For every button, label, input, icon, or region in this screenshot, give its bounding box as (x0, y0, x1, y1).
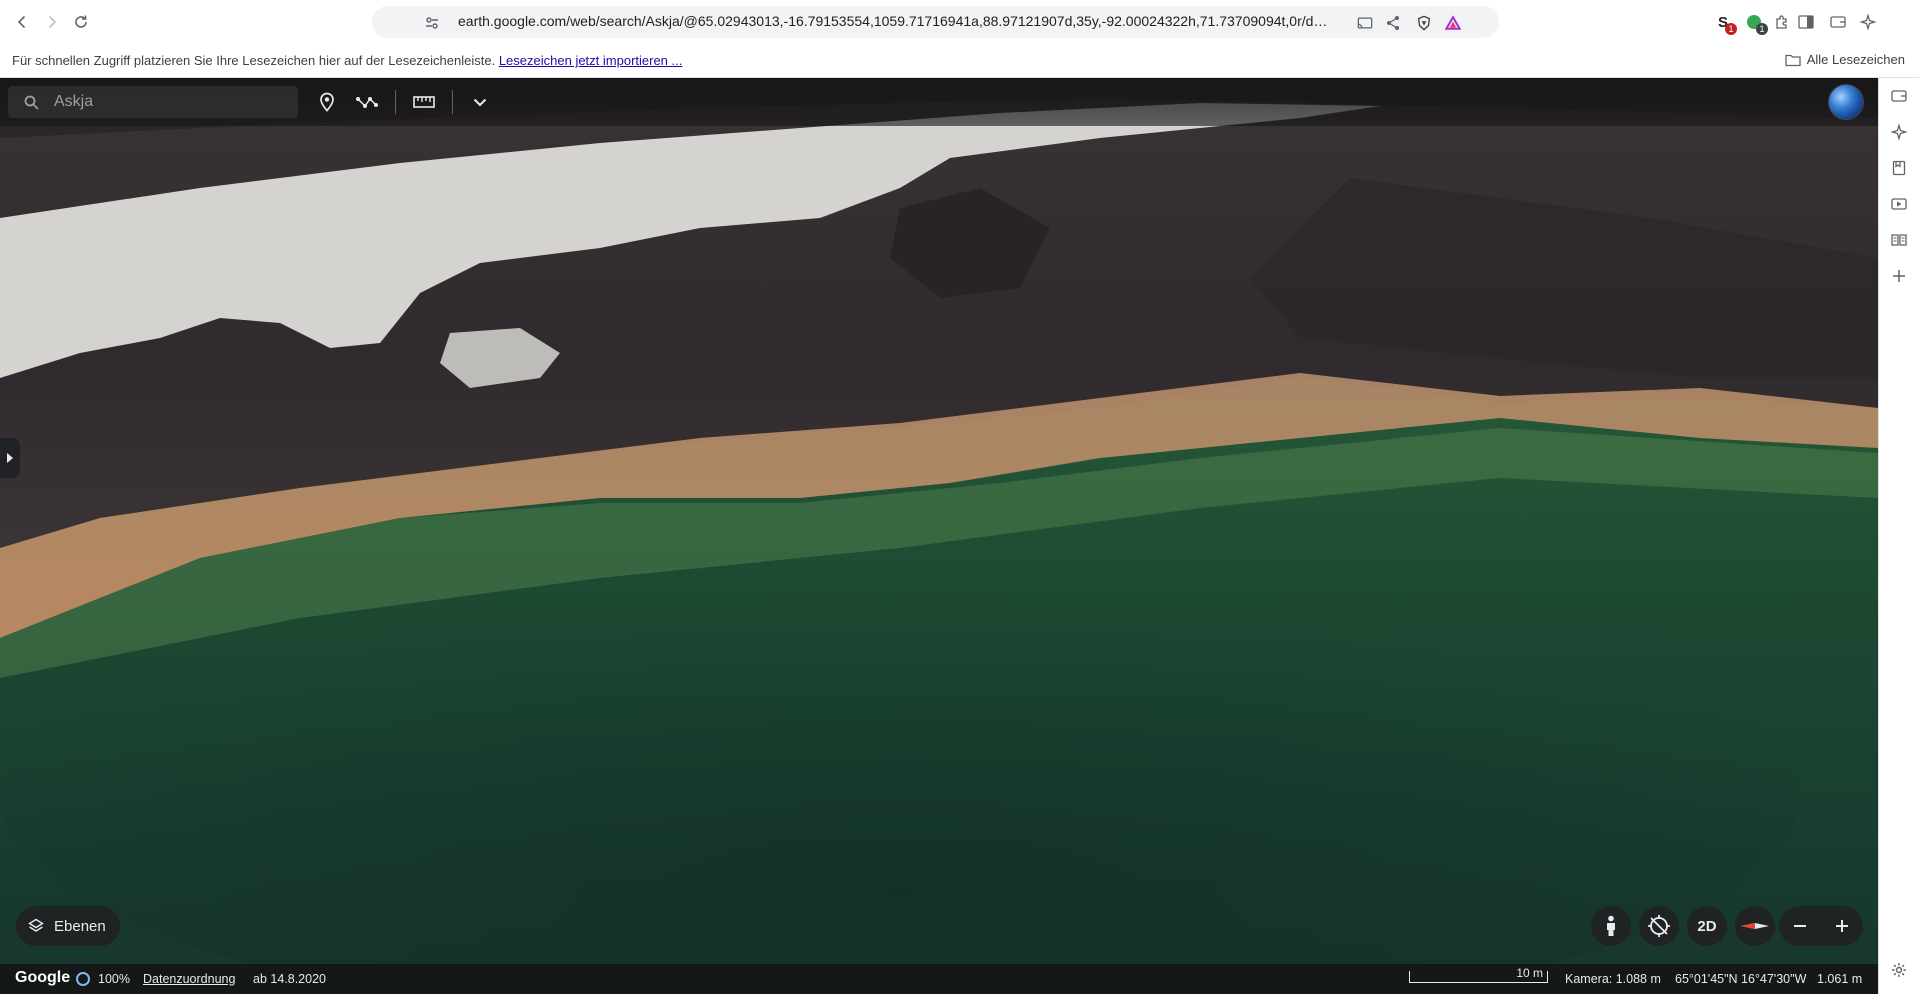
ruler-icon (413, 96, 435, 108)
reload-icon (75, 15, 87, 28)
bookmarks-hint-text: Für schnellen Zugriff platzieren Sie Ihr… (12, 53, 496, 68)
leo-icon (1860, 14, 1876, 30)
add-icon (1893, 270, 1905, 282)
reading-list-icon (1891, 234, 1907, 246)
reload-button[interactable] (70, 11, 92, 33)
search-box[interactable] (8, 86, 298, 118)
more-tools-button[interactable] (468, 90, 492, 114)
loading-indicator-icon (76, 972, 90, 986)
terrain-imagery[interactable] (0, 78, 1878, 994)
side-media-button[interactable] (1889, 194, 1909, 214)
all-bookmarks-label: Alle Lesezeichen (1806, 52, 1905, 67)
ai-sparkle-icon (1891, 124, 1907, 140)
extensions-button[interactable] (1772, 12, 1792, 32)
forward-icon (48, 15, 57, 29)
placemark-icon (320, 92, 334, 112)
sidebar-icon (1798, 15, 1814, 29)
extension-badge: 1 (1756, 23, 1768, 35)
scale-label: 10 m (1516, 966, 1543, 980)
zoom-out-button[interactable] (1779, 906, 1821, 946)
share-icon[interactable] (1385, 15, 1401, 31)
bookmark-icon (1892, 160, 1906, 176)
wallet-icon (1830, 16, 1846, 28)
earth-viewport[interactable]: Ebenen 2D Google 100% Datenzuordnung ab … (0, 78, 1878, 994)
back-icon (17, 15, 26, 29)
search-input[interactable] (54, 92, 284, 112)
brave-shield-icon[interactable] (1416, 15, 1432, 31)
status-bar: Google 100% Datenzuordnung ab 14.8.2020 … (0, 964, 1878, 994)
sidebar-toggle-button[interactable] (1796, 12, 1816, 32)
bookmarks-hint: Für schnellen Zugriff platzieren Sie Ihr… (12, 53, 682, 68)
brave-rewards-icon[interactable] (1445, 15, 1461, 31)
globe-icon[interactable] (1829, 85, 1863, 119)
settings-icon (1892, 963, 1906, 977)
zoom-out-icon (1794, 925, 1806, 927)
wallet-icon (1891, 90, 1907, 102)
site-settings-icon[interactable] (424, 15, 440, 31)
caret-right-icon (7, 453, 13, 463)
zoom-control (1779, 906, 1863, 946)
orientation-icon (1648, 915, 1670, 937)
side-reading-list-button[interactable] (1889, 230, 1909, 250)
bookmarks-bar: Für schnellen Zugriff platzieren Sie Ihr… (0, 44, 1919, 78)
path-icon (356, 97, 378, 108)
earth-toolbar (0, 78, 1878, 126)
side-settings-button[interactable] (1889, 960, 1909, 980)
wallet-button[interactable] (1828, 12, 1848, 32)
layers-icon (28, 918, 44, 932)
scale-bar: 10 m (1409, 966, 1548, 983)
browser-side-panel (1878, 78, 1919, 994)
import-bookmarks-link[interactable]: Lesezeichen jetzt importieren ... (499, 53, 683, 68)
extension-green-button[interactable]: 1 (1744, 12, 1768, 35)
address-bar[interactable]: earth.google.com/web/search/Askja/@65.02… (372, 6, 1499, 38)
coordinates: 65°01'45"N 16°47'30"W (1675, 972, 1807, 986)
layers-label: Ebenen (54, 917, 106, 935)
elevation: 1.061 m (1817, 972, 1863, 986)
search-icon (24, 95, 39, 110)
compass-icon (1741, 923, 1769, 929)
street-view-button[interactable] (1591, 906, 1631, 946)
load-percent: 100% (98, 972, 130, 986)
zoom-in-icon (1836, 920, 1848, 932)
media-icon (1891, 198, 1907, 210)
attribution-link[interactable]: Datenzuordnung (143, 972, 235, 986)
extension-badge: 1 (1725, 23, 1737, 35)
side-ai-button[interactable] (1889, 122, 1909, 142)
compass-button[interactable] (1735, 906, 1775, 946)
extension-s-button[interactable]: S 1 (1713, 12, 1737, 35)
toggle-2d-button[interactable]: 2D (1687, 906, 1727, 946)
zoom-in-button[interactable] (1821, 906, 1863, 946)
camera-altitude: Kamera: 1.088 m (1565, 972, 1661, 986)
chevron-down-icon (473, 98, 487, 106)
reset-orientation-button[interactable] (1639, 906, 1679, 946)
side-wallet-button[interactable] (1889, 86, 1909, 106)
leo-ai-button[interactable] (1858, 12, 1878, 32)
url-text[interactable]: earth.google.com/web/search/Askja/@65.02… (458, 13, 1328, 29)
draw-path-button[interactable] (355, 90, 379, 114)
folder-icon (1785, 54, 1801, 66)
add-placemark-button[interactable] (315, 90, 339, 114)
expand-panel-button[interactable] (0, 438, 20, 478)
toolbar-divider (452, 90, 453, 114)
toolbar-divider (395, 90, 396, 114)
forward-button[interactable] (41, 11, 63, 33)
side-bookmarks-button[interactable] (1889, 158, 1909, 178)
extensions-puzzle-icon (1776, 15, 1787, 29)
imagery-date: ab 14.8.2020 (253, 972, 326, 986)
google-logo: Google (15, 969, 71, 986)
side-add-button[interactable] (1889, 266, 1909, 286)
measure-button[interactable] (412, 90, 436, 114)
view-mode-label: 2D (1697, 917, 1717, 935)
pegman-icon (1607, 915, 1615, 936)
layers-button[interactable]: Ebenen (16, 906, 120, 946)
cast-icon[interactable] (1357, 15, 1373, 31)
browser-toolbar: earth.google.com/web/search/Askja/@65.02… (0, 0, 1919, 44)
back-button[interactable] (11, 11, 33, 33)
all-bookmarks-button[interactable]: Alle Lesezeichen (1785, 52, 1905, 67)
